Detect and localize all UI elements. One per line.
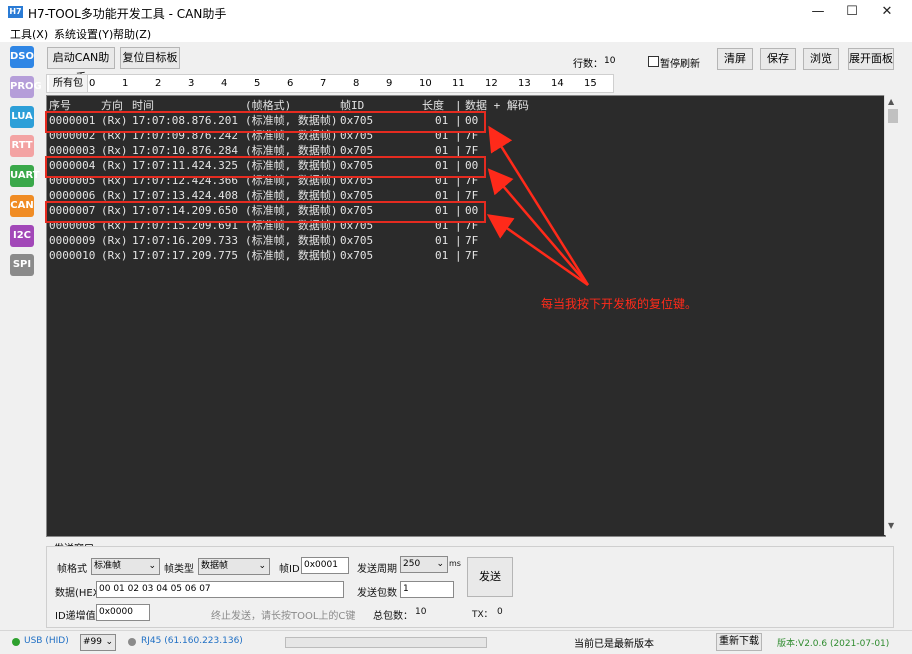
- frame-type-label: 帧类型: [164, 564, 194, 575]
- id-increment-input[interactable]: 0x0000: [96, 604, 150, 621]
- scroll-up-icon[interactable]: ▲: [888, 97, 894, 106]
- data-hex-input[interactable]: 00 01 02 03 04 05 06 07: [96, 581, 344, 598]
- period-value: 250: [403, 559, 421, 569]
- log-scrollbar[interactable]: ▲ ▼: [884, 95, 901, 535]
- annotation-text: 每当我按下开发板的复位键。: [541, 297, 698, 311]
- chevron-down-icon: ⌄: [258, 561, 266, 571]
- total-packets-value: 10: [415, 607, 427, 617]
- port-select[interactable]: #99 ⌄: [80, 634, 116, 651]
- tx-label: TX：: [472, 610, 493, 620]
- usb-status-icon: [12, 638, 20, 646]
- period-select[interactable]: 250 ⌄: [400, 556, 448, 573]
- arrow-to-row-1: [488, 125, 590, 286]
- update-status: 当前已是最新版本: [574, 639, 654, 650]
- packet-count-input[interactable]: 1: [400, 581, 454, 598]
- stop-send-hint: 终止发送，请长按TOOL上的C键: [211, 611, 356, 622]
- frame-type-select[interactable]: 数据帧 ⌄: [198, 558, 270, 575]
- port-value: #99: [83, 637, 102, 647]
- send-button[interactable]: 发送: [467, 557, 513, 597]
- tx-value: 0: [497, 607, 503, 617]
- period-unit: ms: [449, 559, 461, 568]
- packet-count-label: 发送包数: [357, 588, 397, 599]
- chevron-down-icon: ⌄: [148, 561, 156, 571]
- usb-status: USB (HID): [24, 636, 69, 646]
- chevron-down-icon: ⌄: [436, 559, 444, 569]
- version-label: 版本:V2.0.6 (2021-07-01): [777, 639, 890, 649]
- scroll-thumb[interactable]: [888, 109, 898, 123]
- frame-id-label: 帧ID: [279, 564, 300, 575]
- status-bar: USB (HID) #99 ⌄ RJ45 (61.160.223.136) 当前已…: [0, 630, 912, 654]
- id-increment-label: ID递增值: [55, 611, 96, 622]
- frame-id-input[interactable]: 0x0001: [301, 557, 349, 574]
- total-packets-label: 总包数：: [373, 611, 413, 622]
- frame-format-select[interactable]: 标准帧 ⌄: [91, 558, 160, 575]
- frame-format-label: 帧格式: [57, 564, 87, 575]
- chevron-down-icon: ⌄: [105, 637, 113, 647]
- redownload-button[interactable]: 重新下载: [716, 633, 762, 651]
- period-label: 发送周期: [357, 564, 397, 575]
- progress-bar: [285, 637, 487, 648]
- rj45-status: RJ45 (61.160.223.136): [141, 636, 243, 646]
- frame-type-value: 数据帧: [201, 561, 229, 571]
- frame-format-value: 标准帧: [94, 561, 122, 571]
- rj45-status-icon: [128, 638, 136, 646]
- scroll-down-icon[interactable]: ▼: [888, 521, 894, 530]
